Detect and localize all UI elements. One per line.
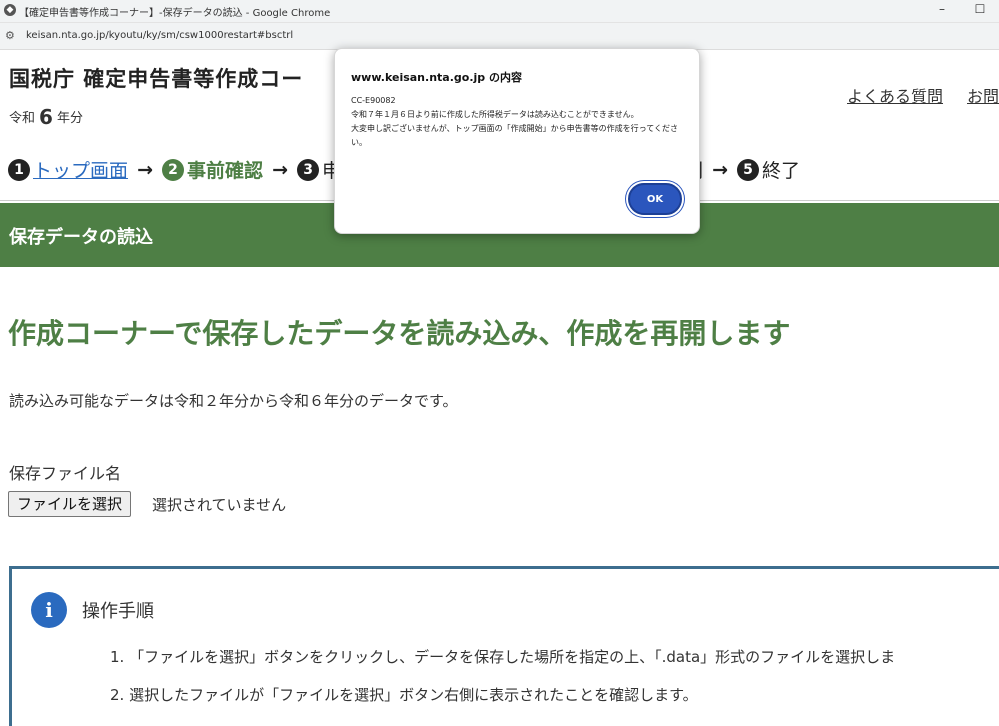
step-arrow-icon: → [712, 158, 728, 181]
page-headline: 作成コーナーで保存したデータを読み込み、作成を再開します [8, 317, 791, 350]
dialog-title: www.keisan.nta.go.jp の内容 [351, 71, 522, 84]
page-description: 読み込み可能なデータは令和２年分から令和６年分のデータです。 [9, 392, 458, 410]
era-number: 6 [39, 105, 53, 129]
section-title: 保存データの読込 [9, 227, 153, 248]
file-status-text: 選択されていません [152, 496, 287, 514]
site-settings-icon[interactable]: ⚙ [5, 29, 15, 42]
instructions-title: 操作手順 [82, 601, 154, 622]
ok-button[interactable]: OK [628, 183, 682, 215]
choose-file-button[interactable]: ファイルを選択 [8, 491, 132, 517]
info-icon: i [31, 592, 67, 628]
step-arrow-icon: → [137, 158, 153, 181]
era-prefix: 令和 [9, 111, 36, 126]
instruction-step: 1. 「ファイルを選択」ボタンをクリックし、データを保存した場所を指定の上、「.… [110, 648, 896, 666]
window-title: 【確定申告書等作成コーナー】-保存データの読込 - Google Chrome [19, 8, 331, 19]
era-suffix: 年分 [56, 111, 83, 126]
step-current-label: 事前確認 [187, 160, 264, 182]
faq-link[interactable]: よくある質問 [847, 83, 943, 107]
url-text[interactable]: keisan.nta.go.jp/kyoutu/ky/sm/csw1000res… [26, 30, 293, 41]
alert-dialog: www.keisan.nta.go.jp の内容 CC-E90082 令和７年１… [334, 48, 700, 234]
site-favicon-icon: ◆ [4, 4, 16, 16]
tax-year: 令和 6 年分 [9, 103, 83, 129]
step-top-page-link[interactable]: トップ画面 [33, 160, 128, 182]
step-3-number: 3 [297, 158, 320, 181]
address-bar: ⚙ keisan.nta.go.jp/kyoutu/ky/sm/csw1000r… [0, 23, 999, 50]
progress-steps-tail: 刷 → 5終了 [684, 156, 800, 183]
site-title: 国税庁 確定申告書等作成コー [9, 67, 304, 91]
instruction-step: 2. 選択したファイルが「ファイルを選択」ボタン右側に表示されたことを確認します… [110, 686, 698, 704]
step-2-number: 2 [162, 158, 185, 181]
step-5-number: 5 [737, 158, 760, 181]
file-field-label: 保存ファイル名 [9, 464, 122, 483]
progress-steps: 1 トップ画面 → 2 事前確認 → 3申 [8, 156, 341, 184]
contact-link[interactable]: お問 [967, 83, 999, 107]
minimize-button[interactable]: – [930, 2, 954, 20]
step-5-label: 終了 [762, 160, 801, 182]
maximize-button[interactable]: ☐ [968, 2, 992, 20]
step-1-number: 1 [8, 158, 30, 181]
browser-title-bar: ◆ 【確定申告書等作成コーナー】-保存データの読込 - Google Chrom… [0, 0, 999, 23]
step-arrow-icon: → [272, 158, 289, 181]
dialog-message: CC-E90082 令和７年１月６日より前に作成した所得税データは読み込むことが… [351, 96, 678, 147]
